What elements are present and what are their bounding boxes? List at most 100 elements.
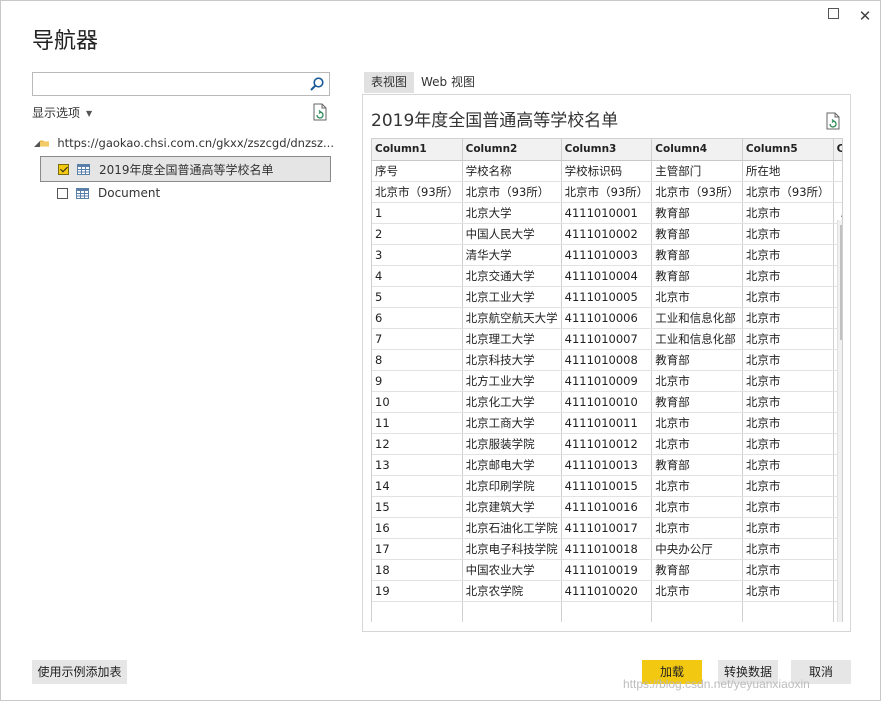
table-cell[interactable]: 教育部	[651, 559, 743, 581]
table-cell[interactable]: 4	[372, 265, 463, 287]
table-cell[interactable]: 所在地	[742, 160, 834, 182]
table-cell[interactable]: 北京服装学院	[462, 433, 562, 455]
search-icon[interactable]	[309, 76, 325, 92]
refresh-file-icon[interactable]	[825, 112, 841, 130]
table-cell[interactable]: 北京市	[742, 349, 834, 371]
table-cell[interactable]: 北京印刷学院	[462, 475, 562, 497]
table-cell[interactable]: 4111010003	[561, 244, 653, 266]
table-cell[interactable]: 教育部	[651, 265, 743, 287]
table-cell[interactable]	[561, 601, 653, 622]
column-header[interactable]: Column4	[651, 139, 743, 161]
table-cell[interactable]: 4111010011	[561, 412, 653, 434]
table-cell[interactable]: 4111010020	[561, 580, 653, 602]
table-cell[interactable]: 北京市	[742, 244, 834, 266]
table-cell[interactable]: 北京市	[742, 496, 834, 518]
table-cell[interactable]: 4111010015	[561, 475, 653, 497]
table-cell[interactable]: 学校标识码	[561, 160, 653, 182]
table-cell[interactable]: 4111010004	[561, 265, 653, 287]
table-cell[interactable]: 4111010018	[561, 538, 653, 560]
table-cell[interactable]: 北京市	[742, 370, 834, 392]
table-cell[interactable]: 3	[372, 244, 463, 266]
column-header[interactable]: Co	[833, 139, 842, 161]
table-cell[interactable]: 北京市	[651, 496, 743, 518]
table-cell[interactable]: 1	[372, 202, 463, 224]
table-cell[interactable]	[833, 160, 842, 182]
table-cell[interactable]: 北京市	[742, 475, 834, 497]
table-cell[interactable]: 北京航空航天大学	[462, 307, 562, 329]
table-cell[interactable]: 6	[372, 307, 463, 329]
table-cell[interactable]: 中国人民大学	[462, 223, 562, 245]
table-cell[interactable]: 12	[372, 433, 463, 455]
table-cell[interactable]: 北京农学院	[462, 580, 562, 602]
table-cell[interactable]: 17	[372, 538, 463, 560]
table-cell[interactable]: 北京市（93所）	[742, 181, 834, 203]
table-cell[interactable]: 教育部	[651, 349, 743, 371]
tab-web-view[interactable]: Web 视图	[414, 72, 482, 93]
table-cell[interactable]: 北方工业大学	[462, 370, 562, 392]
table-cell[interactable]: 北京市	[742, 412, 834, 434]
table-cell[interactable]: 4111010016	[561, 496, 653, 518]
table-cell[interactable]: 4111010012	[561, 433, 653, 455]
table-cell[interactable]: 北京市（93所）	[561, 181, 653, 203]
table-cell[interactable]: 工业和信息化部	[651, 328, 743, 350]
table-cell[interactable]: 4111010001	[561, 202, 653, 224]
checkbox-checked[interactable]	[58, 163, 69, 175]
table-cell[interactable]: 北京邮电大学	[462, 454, 562, 476]
table-cell[interactable]: 北京市	[742, 202, 834, 224]
tree-root-item[interactable]: ◢ https://gaokao.chsi.com.cn/gkxx/zszcgd…	[34, 133, 334, 153]
table-cell[interactable]: 学校名称	[462, 160, 562, 182]
table-cell[interactable]: 北京市	[742, 454, 834, 476]
column-header[interactable]: Column2	[462, 139, 562, 161]
table-cell[interactable]: 教育部	[651, 223, 743, 245]
table-cell[interactable]: 北京大学	[462, 202, 562, 224]
column-header[interactable]: Column1	[372, 139, 463, 161]
table-cell[interactable]: 2	[372, 223, 463, 245]
tree-item-school-list[interactable]: 2019年度全国普通高等学校名单	[40, 156, 331, 182]
table-cell[interactable]: 10	[372, 391, 463, 413]
checkbox-unchecked[interactable]	[57, 187, 68, 199]
maximize-icon[interactable]	[824, 7, 842, 25]
table-cell[interactable]: 北京市	[742, 580, 834, 602]
table-cell[interactable]: 北京市	[742, 265, 834, 287]
table-cell[interactable]: 北京市	[651, 517, 743, 539]
table-cell[interactable]: 5	[372, 286, 463, 308]
table-cell[interactable]: 北京电子科技学院	[462, 538, 562, 560]
table-cell[interactable]	[651, 601, 743, 622]
refresh-file-icon[interactable]	[312, 103, 328, 121]
column-header[interactable]: Column3	[561, 139, 653, 161]
table-cell[interactable]: 7	[372, 328, 463, 350]
table-cell[interactable]: 北京市	[742, 538, 834, 560]
table-cell[interactable]: 19	[372, 580, 463, 602]
table-cell[interactable]: 北京工业大学	[462, 286, 562, 308]
table-cell[interactable]: 北京化工大学	[462, 391, 562, 413]
table-cell[interactable]: 北京市	[742, 517, 834, 539]
table-cell[interactable]: 9	[372, 370, 463, 392]
table-cell[interactable]: 北京市（93所）	[462, 181, 562, 203]
table-cell[interactable]: 18	[372, 559, 463, 581]
table-cell[interactable]: 教育部	[651, 454, 743, 476]
table-cell[interactable]: 北京理工大学	[462, 328, 562, 350]
table-cell[interactable]: 中国农业大学	[462, 559, 562, 581]
table-cell[interactable]	[372, 601, 463, 622]
data-grid[interactable]: Column1Column2Column3Column4Column5Co 序号…	[371, 138, 843, 622]
table-cell[interactable]: 北京市	[742, 559, 834, 581]
table-cell[interactable]	[742, 601, 834, 622]
table-cell[interactable]	[833, 181, 842, 203]
table-cell[interactable]: 中央办公厅	[651, 538, 743, 560]
column-header[interactable]: Column5	[742, 139, 834, 161]
table-cell[interactable]: 8	[372, 349, 463, 371]
table-cell[interactable]: 主管部门	[651, 160, 743, 182]
table-cell[interactable]: 北京科技大学	[462, 349, 562, 371]
table-cell[interactable]: 北京石油化工学院	[462, 517, 562, 539]
table-cell[interactable]: 4111010017	[561, 517, 653, 539]
search-input[interactable]	[37, 73, 311, 95]
table-cell[interactable]: 北京市	[742, 433, 834, 455]
tab-table-view[interactable]: 表视图	[364, 72, 415, 93]
table-cell[interactable]: 4111010005	[561, 286, 653, 308]
table-cell[interactable]: 北京市	[742, 307, 834, 329]
table-cell[interactable]: 北京市	[651, 475, 743, 497]
table-cell[interactable]: 4111010007	[561, 328, 653, 350]
table-cell[interactable]: 13	[372, 454, 463, 476]
table-cell[interactable]: 14	[372, 475, 463, 497]
table-cell[interactable]: 清华大学	[462, 244, 562, 266]
